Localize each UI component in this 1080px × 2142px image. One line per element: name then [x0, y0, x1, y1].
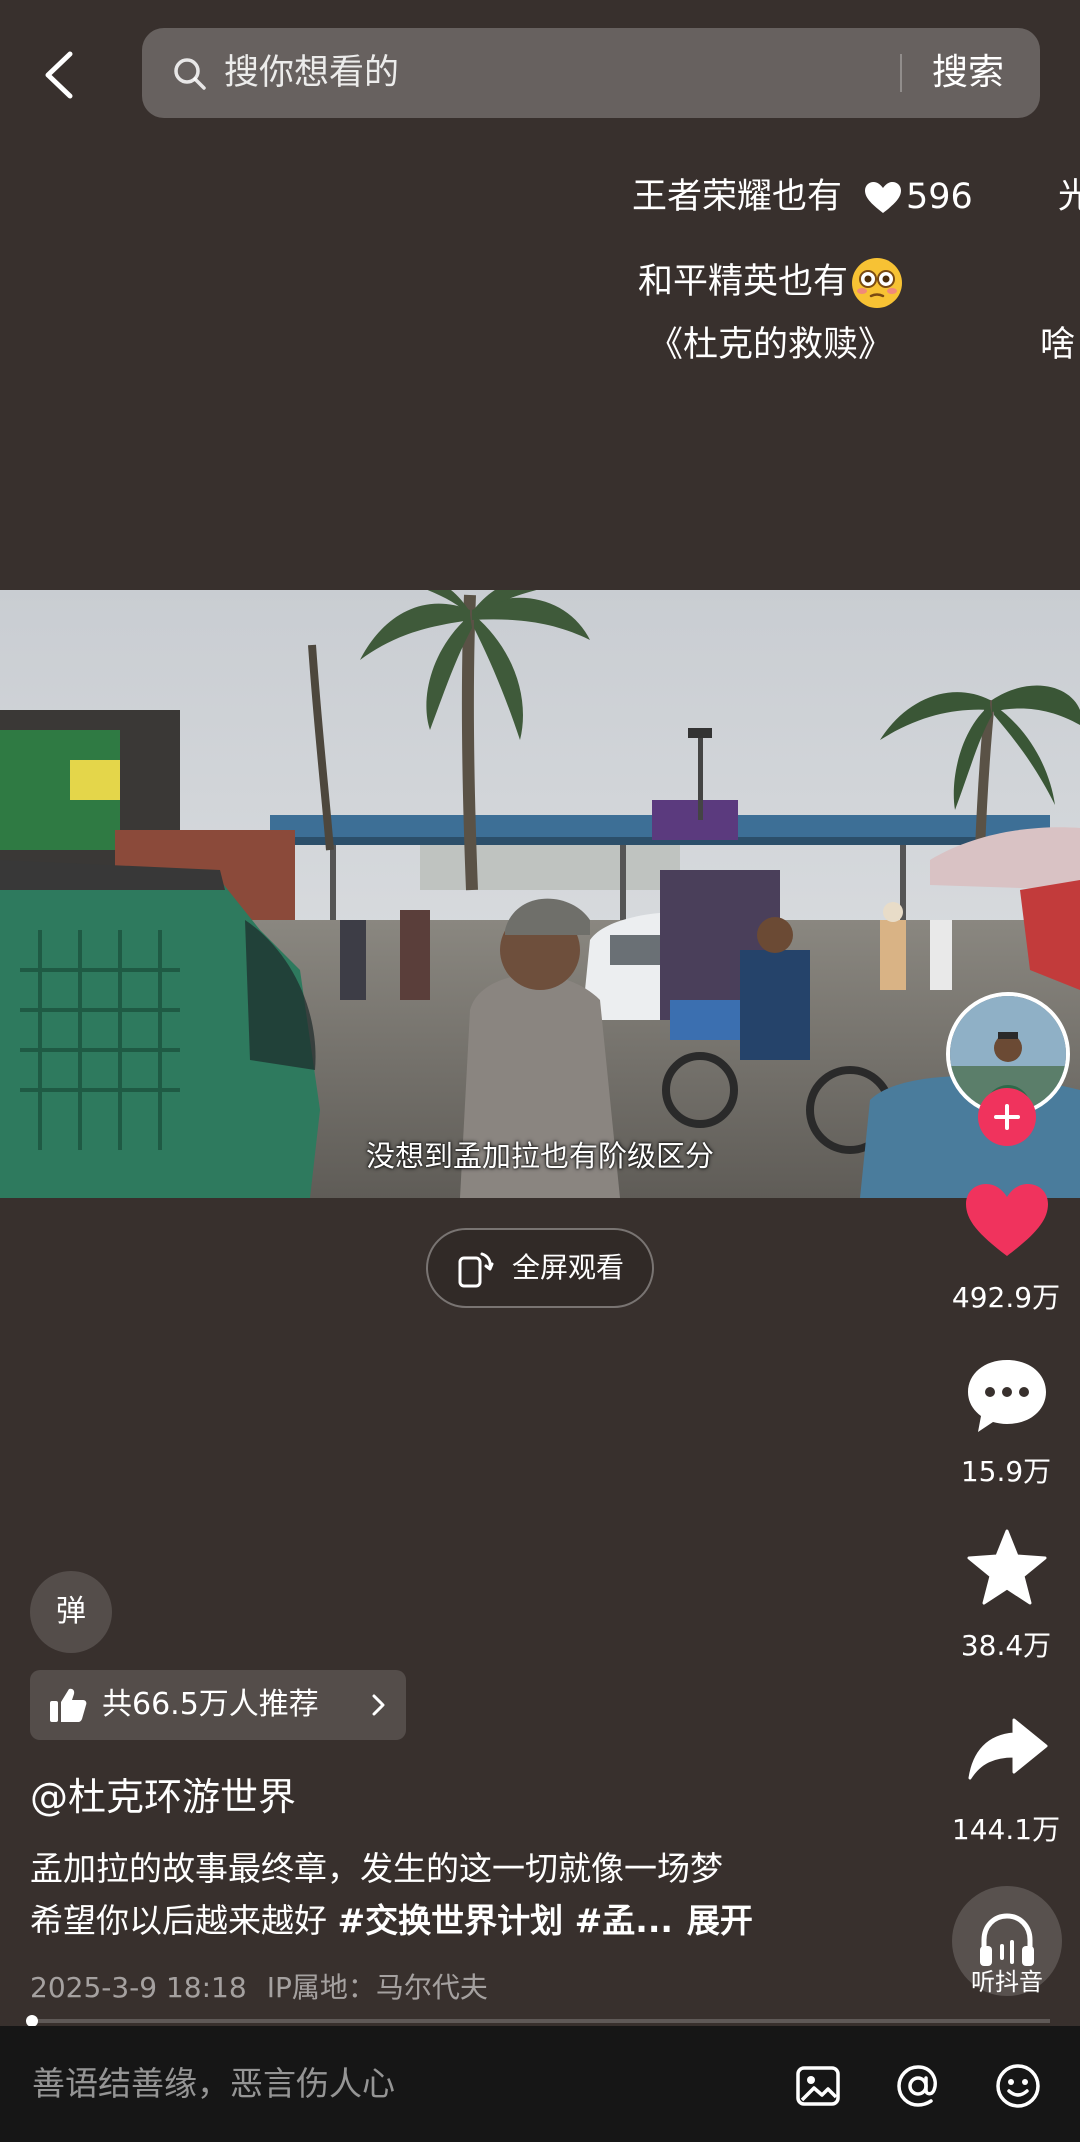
- danmaku-toggle-label: 弹: [56, 1594, 86, 1629]
- description-line: 孟加拉的故事最终章，发生的这一切就像一场梦: [30, 1849, 723, 1888]
- video-player[interactable]: [0, 590, 1080, 1198]
- back-chevron-icon[interactable]: [38, 50, 82, 100]
- video-subtitle: 没想到孟加拉也有阶级区分: [365, 1139, 714, 1173]
- video-progress-bar[interactable]: [26, 2015, 1050, 2027]
- description-line: 希望你以后越来越好 #交换世界计划 #孟... 展开: [30, 1894, 753, 1942]
- heart-icon[interactable]: [964, 1182, 1050, 1260]
- image-icon[interactable]: [794, 2062, 842, 2110]
- follow-button[interactable]: [978, 1088, 1036, 1146]
- ip-location: IP属地：马尔代夫: [266, 1971, 488, 2004]
- share-icon[interactable]: [968, 1716, 1048, 1782]
- plus-icon: [994, 1104, 1020, 1130]
- search-button[interactable]: 搜索: [932, 28, 1004, 118]
- danmaku-text: 啥: [1040, 325, 1076, 365]
- danmaku-item[interactable]: 光: [1058, 172, 1080, 222]
- danmaku-item[interactable]: 啥: [1040, 320, 1075, 370]
- at-icon[interactable]: [894, 2062, 942, 2110]
- recommend-label: 共66.5万人推荐: [102, 1687, 319, 1722]
- heart-icon: [865, 182, 902, 213]
- post-meta: 2025-3-9 18:18 IP属地：马尔代夫: [30, 1966, 488, 2006]
- post-date: 2025-3-9 18:18: [30, 1971, 247, 2004]
- fullscreen-phone-icon: [458, 1252, 494, 1288]
- danmaku-text: 和平精英也有: [638, 262, 849, 302]
- like-count: 492.9万: [951, 1281, 1061, 1314]
- search-bar[interactable]: 搜你想看的 搜索: [142, 28, 1040, 118]
- hashtag-links[interactable]: #交换世界计划 #孟...: [338, 1901, 673, 1940]
- recommend-pill[interactable]: 共66.5万人推荐: [30, 1670, 406, 1740]
- chevron-right-icon: [372, 1694, 385, 1716]
- comment-count: 15.9万: [960, 1455, 1052, 1488]
- fullscreen-label: 全屏观看: [512, 1251, 625, 1284]
- video-frame: [0, 590, 1080, 1198]
- danmaku-item[interactable]: 王者荣耀也有 596: [632, 172, 973, 222]
- favorite-count: 38.4万: [960, 1629, 1052, 1662]
- fullscreen-button[interactable]: 全屏观看: [426, 1228, 654, 1308]
- thumbs-up-icon: [50, 1688, 87, 1722]
- danmaku-text: 王者荣耀也有: [632, 177, 843, 217]
- danmaku-toggle[interactable]: 弹: [30, 1571, 112, 1653]
- flushed-face-icon: [852, 258, 903, 308]
- danmaku-text: 光: [1058, 177, 1080, 217]
- comment-input[interactable]: 善语结善缘，恶言伤人心: [32, 2026, 395, 2142]
- share-count: 144.1万: [951, 1813, 1061, 1846]
- description-text: 希望你以后越来越好: [30, 1901, 338, 1940]
- danmaku-like-count: 596: [906, 177, 973, 217]
- listen-label: 听抖音: [971, 1968, 1043, 1996]
- search-divider: [900, 54, 902, 92]
- search-icon: [174, 58, 206, 90]
- comment-bar: 善语结善缘，恶言伤人心: [0, 2026, 1080, 2142]
- danmaku-text: 《杜克的救赎》: [648, 325, 894, 365]
- danmaku-item[interactable]: 《杜克的救赎》: [648, 320, 893, 370]
- star-icon[interactable]: [966, 1528, 1048, 1606]
- author-name[interactable]: @杜克环游世界: [30, 1766, 296, 1821]
- search-input[interactable]: 搜你想看的: [224, 28, 399, 118]
- expand-button[interactable]: 展开: [687, 1901, 753, 1940]
- danmaku-item[interactable]: 和平精英也有: [638, 256, 904, 310]
- comment-icon[interactable]: [964, 1356, 1050, 1436]
- emoji-icon[interactable]: [994, 2062, 1042, 2110]
